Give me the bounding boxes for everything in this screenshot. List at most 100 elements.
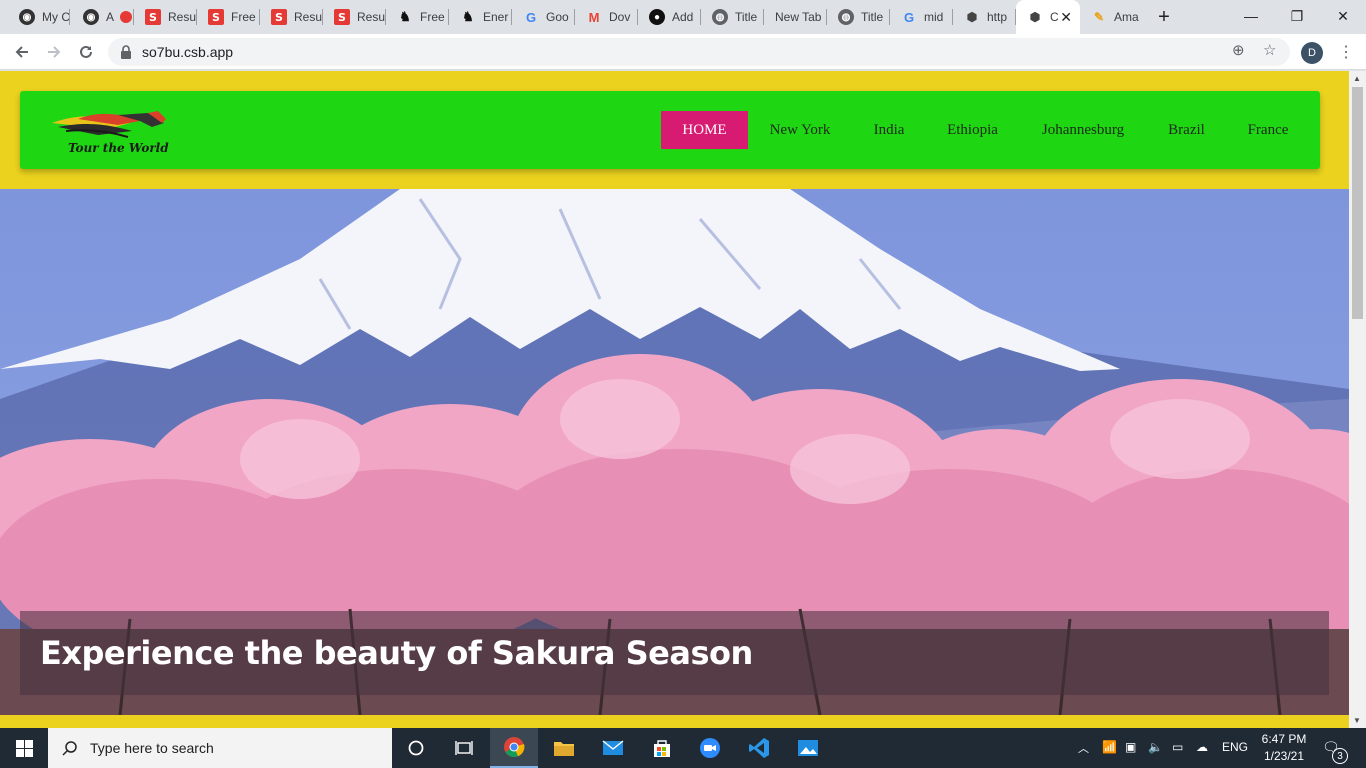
file-explorer-button[interactable]	[540, 728, 588, 768]
hero-caption-text: Experience the beauty of Sakura Season	[40, 634, 753, 672]
recording-icon	[120, 11, 133, 23]
mail-icon	[602, 740, 624, 755]
browser-tab[interactable]: S Free	[197, 0, 260, 34]
store-button[interactable]	[638, 728, 686, 768]
vscode-icon	[749, 738, 769, 758]
photos-button[interactable]	[784, 728, 832, 768]
language-indicator[interactable]: ENG	[1222, 740, 1248, 754]
browser-tab[interactable]: New Tab	[764, 0, 827, 34]
lock-icon	[121, 45, 131, 59]
close-window-button[interactable]: ✕	[1320, 0, 1366, 32]
zoom-button[interactable]	[686, 728, 734, 768]
browser-tab[interactable]: ◉ My C	[8, 0, 70, 34]
nav-link-ethiopia[interactable]: Ethiopia	[935, 111, 1010, 149]
mail-button[interactable]	[589, 728, 637, 768]
clock-date: 1/23/21	[1263, 749, 1305, 763]
cortana-button[interactable]	[392, 728, 440, 768]
show-hidden-icons-icon[interactable]: ︿	[1078, 740, 1089, 756]
photos-icon	[798, 740, 818, 756]
nav-link-johannesburg[interactable]: Johannesburg	[1032, 111, 1134, 149]
close-tab-icon[interactable]: ✕	[1060, 9, 1072, 26]
scroll-down-arrow-icon[interactable]: ▼	[1353, 716, 1361, 725]
browser-tab[interactable]: S Resu	[260, 0, 323, 34]
tab-title: Goo	[546, 10, 569, 24]
browser-tab-active[interactable]: ⬢ C ✕	[1016, 0, 1080, 34]
reload-icon	[80, 45, 92, 58]
search-icon	[62, 741, 77, 756]
nav-link-france[interactable]: France	[1238, 111, 1298, 149]
forward-arrow-icon	[48, 46, 61, 58]
codesandbox-icon: ⬢	[1029, 10, 1041, 24]
scrollbar-thumb[interactable]	[1352, 87, 1363, 319]
taskbar-search-box[interactable]: Type here to search	[48, 728, 392, 768]
battery-icon[interactable]: ▭	[1172, 740, 1183, 754]
maximize-button[interactable]: ❐	[1274, 0, 1320, 32]
s-logo-icon: S	[271, 9, 287, 25]
nav-link-brazil[interactable]: Brazil	[1159, 111, 1214, 149]
codesandbox-dark-icon: ◉	[83, 9, 99, 25]
browser-tab[interactable]: ⬢ http	[953, 0, 1016, 34]
browser-toolbar: so7bu.csb.app ⊕ ☆ D ⋮	[0, 34, 1366, 70]
weather-cloud-icon[interactable]: ☁	[1196, 740, 1208, 754]
browser-tab[interactable]: G mid	[890, 0, 953, 34]
browser-tab[interactable]: ● Add	[638, 0, 701, 34]
volume-icon[interactable]: 🔈	[1148, 740, 1163, 754]
chrome-icon	[504, 737, 525, 757]
tab-title: C	[1050, 10, 1059, 24]
site-navbar: Tour the World HOME New York India Ethio…	[20, 91, 1320, 169]
browser-tab[interactable]: ♞ Free	[386, 0, 449, 34]
system-clock[interactable]: 6:47 PM 1/23/21	[1256, 731, 1312, 765]
battery-saver-icon[interactable]: ▣	[1125, 740, 1136, 754]
browser-tab[interactable]: ◉ A	[72, 0, 134, 34]
tab-title: Resu	[294, 10, 323, 24]
back-arrow-icon	[15, 46, 28, 58]
browser-tab[interactable]: S Resu	[323, 0, 386, 34]
browser-tab[interactable]: M Dov	[575, 0, 638, 34]
globe-icon: ◍	[712, 9, 728, 25]
vscode-button[interactable]	[735, 728, 783, 768]
logo-text: Tour the World	[68, 141, 169, 155]
tab-title: http	[987, 10, 1008, 24]
gmail-icon: M	[588, 9, 600, 25]
new-tab-button[interactable]: +	[1152, 5, 1176, 29]
add-icon[interactable]: ⊕	[1232, 41, 1245, 59]
codesandbox-dark-icon: ◉	[19, 9, 35, 25]
google-icon: G	[903, 9, 915, 25]
github-icon: ●	[649, 9, 665, 25]
tab-title: A	[106, 10, 115, 24]
tab-title: Dov	[609, 10, 631, 24]
browser-tab[interactable]: ♞ Ener	[449, 0, 512, 34]
reload-button[interactable]	[73, 39, 99, 65]
browser-tab[interactable]: S Resu	[134, 0, 197, 34]
profile-avatar[interactable]: D	[1301, 42, 1323, 64]
nav-link-india[interactable]: India	[860, 111, 918, 149]
cortana-icon	[408, 740, 424, 756]
scroll-up-arrow-icon[interactable]: ▲	[1353, 74, 1361, 83]
tab-title: Free	[420, 10, 445, 24]
address-bar[interactable]: so7bu.csb.app	[108, 38, 1290, 66]
nav-link-home[interactable]: HOME	[661, 111, 748, 149]
back-button[interactable]	[9, 39, 35, 65]
browser-tab[interactable]: ◍ Title	[827, 0, 890, 34]
forward-button[interactable]	[41, 39, 67, 65]
globe-icon: ◍	[838, 9, 854, 25]
tab-title: mid	[924, 10, 944, 24]
web-page: Tour the World HOME New York India Ethio…	[0, 71, 1349, 728]
wifi-icon[interactable]: 📶	[1102, 740, 1117, 754]
tab-title: Resu	[357, 10, 386, 24]
tab-title: Title	[861, 10, 884, 24]
nav-link-new-york[interactable]: New York	[760, 111, 840, 149]
page-scrollbar[interactable]: ▲ ▼	[1349, 71, 1366, 728]
browser-tab[interactable]: ◍ Title	[701, 0, 764, 34]
task-view-button[interactable]	[440, 728, 488, 768]
start-button[interactable]	[0, 728, 48, 768]
browser-tab[interactable]: G Goo	[512, 0, 575, 34]
browser-tab[interactable]: ✎ Ama	[1080, 0, 1143, 34]
file-explorer-icon	[554, 742, 574, 756]
menu-kebab-icon[interactable]: ⋮	[1338, 42, 1354, 62]
notification-count-badge: 3	[1332, 748, 1348, 764]
minimize-button[interactable]: —	[1228, 0, 1274, 32]
s-logo-icon: S	[208, 9, 224, 25]
chrome-taskbar-button[interactable]	[490, 728, 538, 768]
bookmark-star-icon[interactable]: ☆	[1263, 41, 1276, 59]
